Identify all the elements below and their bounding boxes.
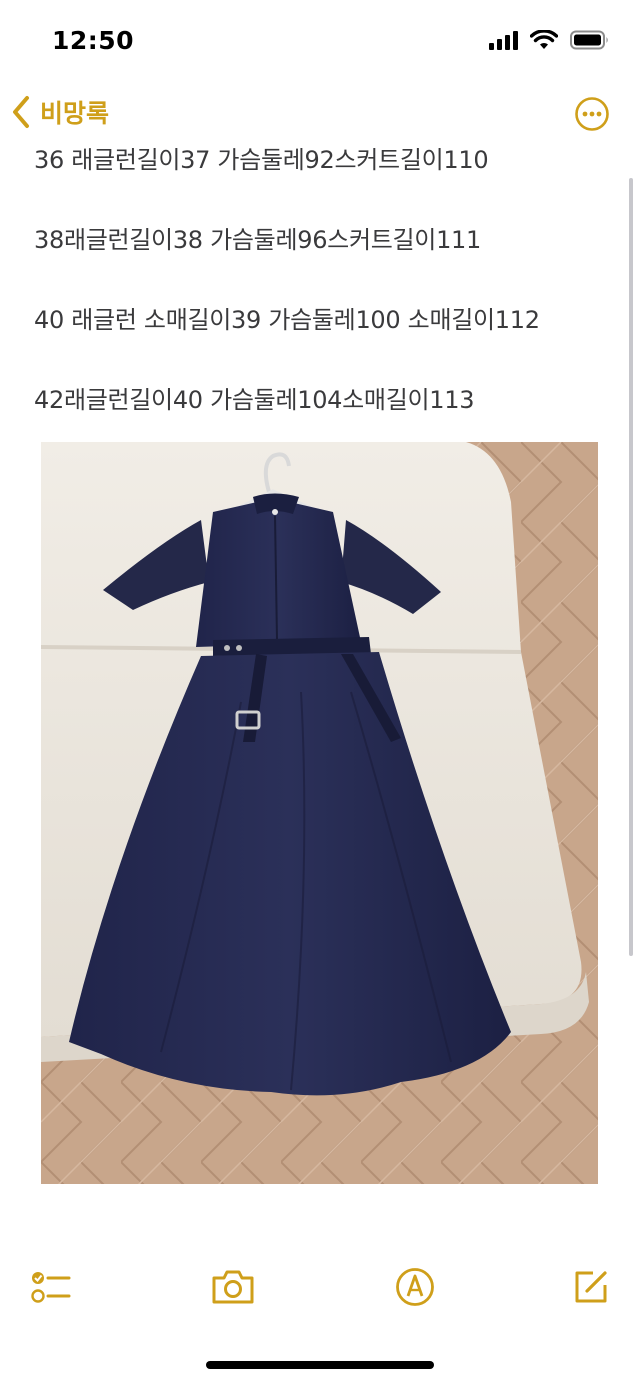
navy-dress-photo[interactable]: [41, 442, 598, 1184]
scroll-indicator[interactable]: [629, 178, 633, 956]
dress-illustration: [41, 442, 598, 1184]
note-line: 36 래글런길이37 가슴둘레92스커트길이110: [34, 146, 489, 174]
compose-icon: [575, 1271, 607, 1303]
chevron-left-icon: [13, 96, 29, 128]
ellipsis-circle-icon: [575, 97, 609, 131]
markup-button[interactable]: [390, 1262, 440, 1312]
back-button[interactable]: 비망록: [10, 92, 109, 132]
compose-button[interactable]: [566, 1262, 616, 1312]
note-line: 40 래글런 소매길이39 가슴둘레100 소매길이112: [34, 306, 540, 334]
status-icons: [488, 30, 610, 50]
note-line: 42래글런길이40 가슴둘레104소매길이113: [34, 386, 475, 414]
battery-icon: [570, 30, 608, 50]
more-button[interactable]: [574, 96, 610, 132]
bottom-toolbar: [0, 1262, 640, 1322]
status-bar: 12:50: [0, 0, 640, 82]
wifi-icon: [530, 30, 558, 49]
checklist-button[interactable]: [26, 1262, 76, 1312]
cellular-signal-icon: [489, 31, 518, 50]
camera-icon: [212, 1270, 254, 1304]
back-label: 비망록: [40, 99, 110, 128]
note-body[interactable]: 36 래글런길이37 가슴둘레92스커트길이110 38래글런길이38 가슴둘레…: [34, 140, 614, 420]
home-indicator[interactable]: [206, 1361, 434, 1369]
status-time: 12:50: [52, 26, 135, 55]
nav-bar: 비망록: [0, 84, 640, 140]
markup-pen-icon: [396, 1268, 434, 1306]
camera-button[interactable]: [208, 1262, 258, 1312]
checklist-icon: [31, 1272, 71, 1303]
note-line: 38래글런길이38 가슴둘레96스커트길이111: [34, 226, 481, 254]
